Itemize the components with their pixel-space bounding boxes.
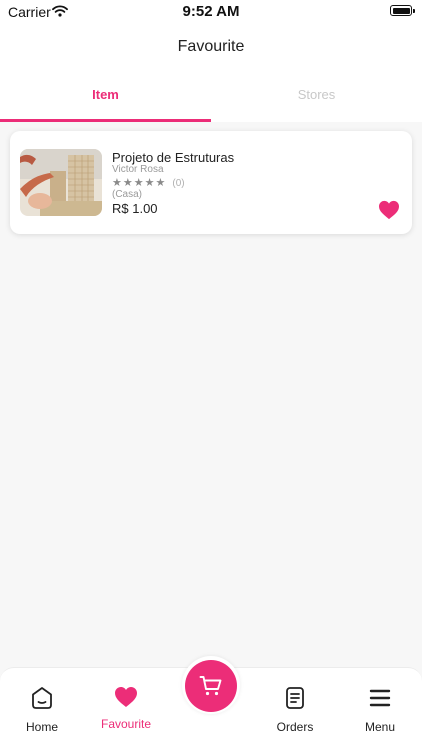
- home-icon: [30, 686, 54, 710]
- orders-icon: [283, 686, 307, 710]
- header: Favourite: [0, 24, 422, 70]
- star-icon: ★: [112, 177, 122, 189]
- star-icon: ★: [144, 177, 155, 189]
- nav-orders[interactable]: Orders: [253, 668, 337, 751]
- nav-orders-label: Orders: [276, 720, 314, 734]
- tab-indicator: [0, 119, 211, 122]
- nav-home-label: Home: [25, 720, 58, 734]
- tab-bar: Item Stores: [0, 70, 422, 122]
- item-title: Projeto de Estruturas: [112, 150, 235, 165]
- star-icon: ★: [133, 177, 144, 189]
- nav-home[interactable]: Home: [0, 668, 84, 751]
- item-rating: ★ ★ ★ ★ ★ (0): [112, 177, 185, 189]
- menu-icon: [368, 686, 392, 710]
- clock: 9:52 AM: [182, 3, 240, 20]
- item-price: R$ 1.00: [112, 201, 158, 216]
- star-icon: ★: [122, 177, 133, 189]
- cart-button[interactable]: [185, 660, 237, 712]
- favourite-item-card[interactable]: Projeto de Estruturas Victor Rosa ★ ★ ★ …: [10, 131, 412, 234]
- star-icon: ★: [155, 177, 166, 189]
- nav-menu[interactable]: Menu: [338, 668, 422, 751]
- nav-favourite[interactable]: Favourite: [84, 668, 168, 751]
- item-thumbnail: [20, 149, 102, 216]
- tab-stores[interactable]: Stores: [211, 70, 422, 122]
- nav-favourite-label: Favourite: [100, 717, 152, 731]
- heart-icon[interactable]: [378, 200, 400, 220]
- page-title: Favourite: [177, 38, 245, 55]
- item-category: (Casa): [112, 189, 143, 200]
- heart-icon: [114, 686, 138, 710]
- tab-item[interactable]: Item: [0, 70, 211, 122]
- battery-icon: [390, 5, 415, 16]
- item-seller: Victor Rosa: [112, 164, 164, 175]
- status-bar: Carrier 9:52 AM: [0, 0, 422, 24]
- rating-count: (0): [172, 177, 185, 189]
- nav-menu-label: Menu: [364, 720, 396, 734]
